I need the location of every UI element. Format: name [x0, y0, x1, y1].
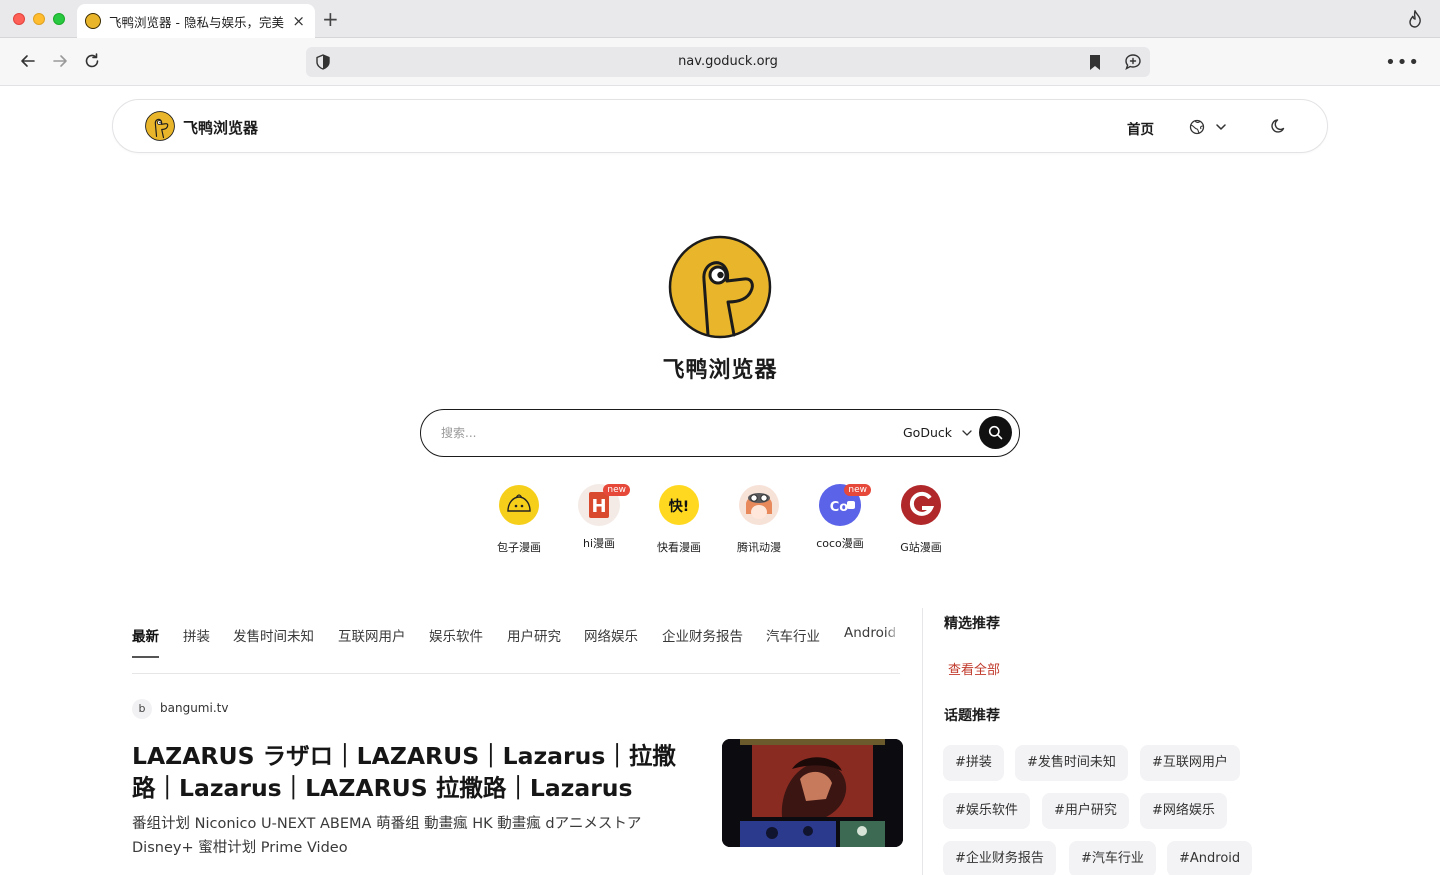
- quick-links: 包子漫画 H new hi漫画 快! 快看漫画 腾讯动漫 Co new coco…: [478, 484, 962, 554]
- topic-tag[interactable]: #互联网用户: [1140, 745, 1240, 781]
- chevron-down-icon: [962, 430, 972, 436]
- source-name: bangumi.tv: [160, 701, 229, 715]
- tab-assembly[interactable]: 拼装: [183, 625, 210, 645]
- chevron-down-icon: [1216, 124, 1226, 130]
- article-description: 番组计划 Niconico U-NEXT ABEMA 萌番组 動畫瘋 HK 動畫…: [132, 816, 642, 856]
- flame-icon[interactable]: [1408, 10, 1422, 28]
- quick-link-coco[interactable]: Co new coco漫画: [799, 484, 881, 551]
- site-name[interactable]: 飞鸭浏览器: [183, 117, 258, 138]
- new-badge: new: [603, 484, 630, 496]
- topic-tag[interactable]: #网络娱乐: [1140, 793, 1227, 829]
- tab-online-entertainment[interactable]: 网络娱乐: [584, 625, 638, 645]
- svg-text:H: H: [591, 496, 606, 517]
- back-arrow-icon[interactable]: [17, 50, 39, 72]
- tab-close-icon[interactable]: ×: [292, 12, 305, 30]
- minimize-window-button[interactable]: [33, 13, 45, 25]
- bookmark-icon[interactable]: [1088, 54, 1102, 71]
- site-header: 飞鸭浏览器 首页: [112, 99, 1328, 153]
- new-tab-button[interactable]: +: [322, 7, 339, 31]
- search-button[interactable]: [979, 416, 1012, 449]
- quick-link-gzhan[interactable]: G站漫画: [880, 484, 962, 555]
- search-input[interactable]: [441, 422, 871, 444]
- hi-comic-icon: H new: [578, 484, 630, 526]
- quick-link-label: hi漫画: [582, 537, 616, 550]
- address-bar[interactable]: nav.goduck.org: [306, 47, 1150, 77]
- article-thumbnail[interactable]: [722, 739, 903, 847]
- browser-toolbar: nav.goduck.org •••: [0, 38, 1440, 86]
- topic-tag[interactable]: #娱乐软件: [943, 793, 1030, 829]
- quick-link-label: 快看漫画: [657, 541, 701, 554]
- topic-tag[interactable]: #用户研究: [1042, 793, 1129, 829]
- new-badge: new: [844, 484, 871, 496]
- duck-favicon-icon: [85, 13, 101, 29]
- reload-icon[interactable]: [81, 50, 103, 72]
- tab-entertainment-software[interactable]: 娱乐软件: [429, 625, 483, 645]
- quick-link-label: coco漫画: [816, 537, 864, 550]
- topic-tag[interactable]: #汽车行业: [1069, 841, 1156, 875]
- quick-link-kuaikan[interactable]: 快! 快看漫画: [638, 484, 720, 555]
- featured-heading: 精选推荐: [944, 616, 1000, 632]
- hero-title: 飞鸭浏览器: [662, 358, 778, 383]
- browser-tabbar: 飞鸭浏览器 - 隐私与娱乐，完美 × +: [0, 0, 1440, 38]
- quick-link-baozi[interactable]: 包子漫画: [478, 484, 560, 555]
- svg-text:快!: 快!: [669, 498, 689, 515]
- tabs-fade: [886, 612, 900, 672]
- coco-comic-icon: Co new: [819, 484, 871, 526]
- search-icon: [988, 425, 1003, 440]
- topic-tag[interactable]: #拼装: [943, 745, 1004, 781]
- column-divider: [922, 608, 923, 875]
- language-switcher[interactable]: [1189, 117, 1229, 137]
- svg-text:Co: Co: [830, 500, 849, 515]
- forward-arrow-icon[interactable]: [49, 50, 71, 72]
- tab-release-unknown[interactable]: 发售时间未知: [233, 625, 314, 645]
- baozi-comic-icon: [499, 485, 539, 525]
- source-avatar: b: [132, 699, 152, 719]
- tab-latest[interactable]: 最新: [132, 625, 159, 645]
- topic-tag[interactable]: #发售时间未知: [1015, 745, 1128, 781]
- tab-internet-users[interactable]: 互联网用户: [338, 625, 406, 645]
- zoom-window-button[interactable]: [53, 13, 65, 25]
- topic-tag[interactable]: #企业财务报告: [943, 841, 1056, 875]
- moon-icon[interactable]: [1270, 117, 1288, 135]
- tab-financial-reports[interactable]: 企业财务报告: [662, 625, 743, 645]
- tab-user-research[interactable]: 用户研究: [507, 625, 561, 645]
- duck-hero-logo-icon: [668, 235, 772, 339]
- nav-home-link[interactable]: 首页: [1127, 118, 1154, 138]
- tencent-comic-icon: [739, 485, 779, 525]
- globe-icon: [1189, 119, 1205, 135]
- quick-link-tencent[interactable]: 腾讯动漫: [718, 484, 800, 555]
- search-engine-label: GoDuck: [903, 425, 952, 440]
- quick-link-label: 腾讯动漫: [737, 541, 781, 554]
- tab-title: 飞鸭浏览器 - 隐私与娱乐，完美: [109, 14, 284, 30]
- g-comic-icon: [901, 485, 941, 525]
- tab-auto-industry[interactable]: 汽车行业: [766, 625, 820, 645]
- category-tabs: 最新 拼装 发售时间未知 互联网用户 娱乐软件 用户研究 网络娱乐 企业财务报告…: [132, 612, 900, 674]
- quick-link-label: 包子漫画: [497, 541, 541, 554]
- search-box: GoDuck: [420, 409, 1020, 457]
- chat-plus-icon[interactable]: [1123, 52, 1143, 72]
- topics-heading: 话题推荐: [944, 708, 1000, 724]
- duck-logo-icon[interactable]: [145, 111, 175, 141]
- search-engine-select[interactable]: GoDuck: [903, 425, 972, 440]
- article-title[interactable]: LAZARUS ラザロ｜LAZARUS｜Lazarus｜拉撒路｜Lazarus｜…: [132, 740, 692, 804]
- browser-tab-active[interactable]: 飞鸭浏览器 - 隐私与娱乐，完美 ×: [77, 4, 315, 38]
- view-all-link[interactable]: 查看全部: [948, 659, 1000, 678]
- close-window-button[interactable]: [13, 13, 25, 25]
- url-text[interactable]: nav.goduck.org: [306, 54, 1150, 69]
- more-menu-icon[interactable]: •••: [1385, 52, 1420, 73]
- quick-link-label: G站漫画: [900, 541, 942, 554]
- quick-link-hi[interactable]: H new hi漫画: [558, 484, 640, 551]
- topic-tag[interactable]: #Android: [1167, 841, 1253, 875]
- kuaikan-comic-icon: 快!: [659, 485, 699, 525]
- active-tab-indicator: [132, 656, 159, 658]
